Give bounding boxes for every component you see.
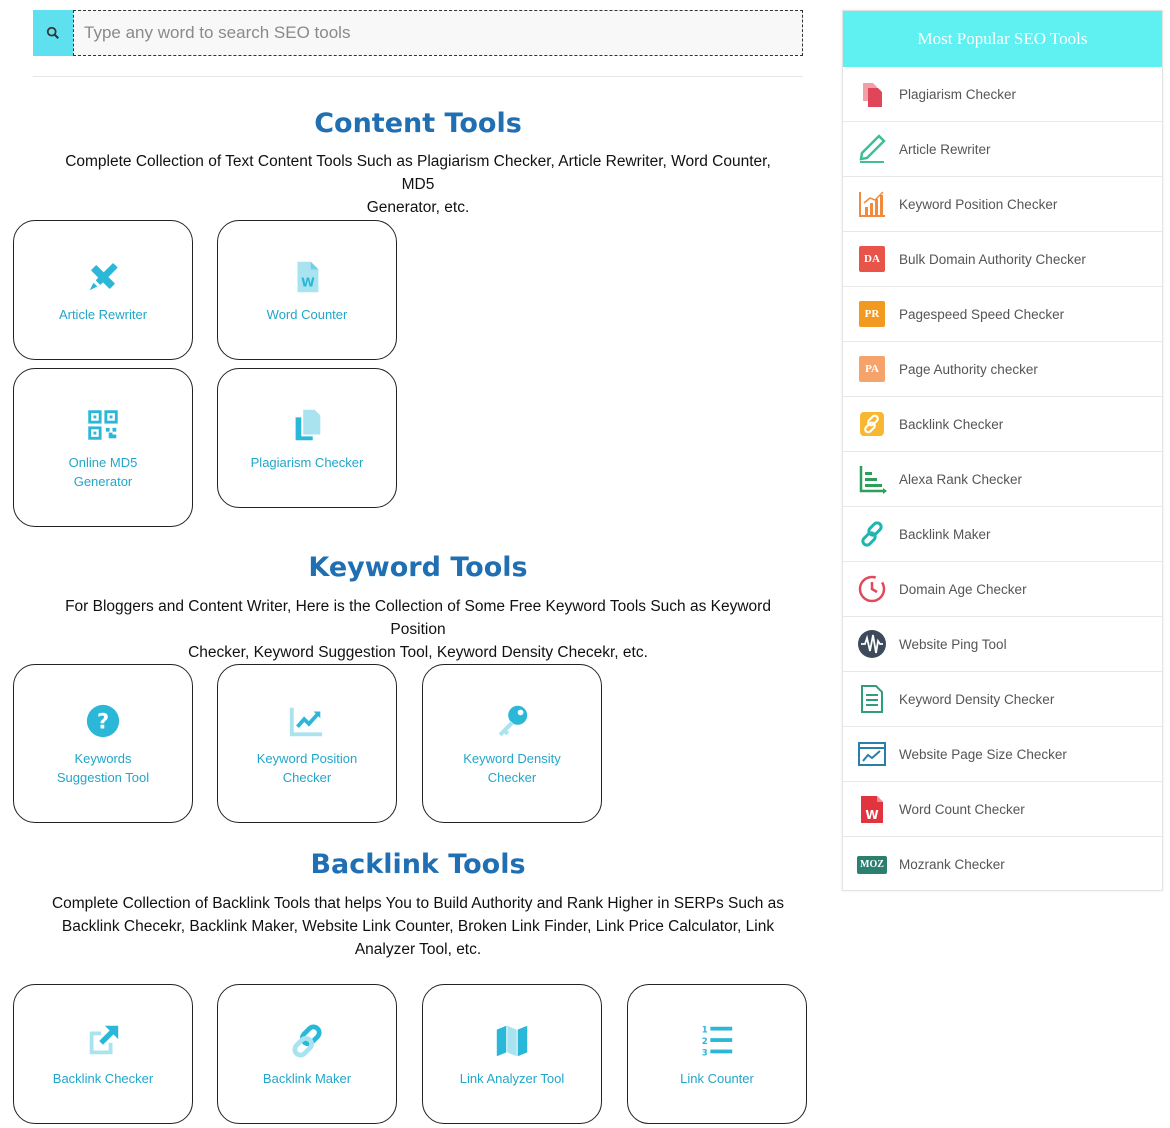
card-label: Keyword Density Checker — [463, 750, 561, 785]
moz-badge-icon: MOZ — [857, 850, 887, 880]
card-keywords-suggestion-tool[interactable]: ? Keywords Suggestion Tool — [13, 664, 193, 823]
card-backlink-maker[interactable]: Backlink Maker — [217, 984, 397, 1124]
sidebar-item-label: Word Count Checker — [899, 801, 1025, 817]
card-link-counter[interactable]: 12 3 Link Counter — [627, 984, 807, 1124]
rank-chart-icon — [857, 464, 887, 494]
card-backlink-checker[interactable]: Backlink Checker — [13, 984, 193, 1124]
sidebar-item-bulk-domain-authority-checker[interactable]: DA Bulk Domain Authority Checker — [843, 232, 1162, 287]
content-tools-title: Content Tools — [314, 108, 522, 139]
chain-link-icon — [287, 1021, 327, 1061]
divider — [33, 76, 803, 77]
card-word-counter[interactable]: W Word Counter — [217, 220, 397, 360]
card-label: Keyword Position Checker — [256, 750, 358, 785]
sidebar-item-mozrank-checker[interactable]: MOZ Mozrank Checker — [843, 837, 1162, 892]
clock-icon — [857, 574, 887, 604]
sidebar-item-label: Domain Age Checker — [899, 581, 1027, 597]
pa-badge-icon: PA — [857, 354, 887, 384]
sidebar-item-plagiarism-checker[interactable]: Plagiarism Checker — [843, 67, 1162, 122]
sidebar-item-label: Website Ping Tool — [899, 636, 1007, 652]
sidebar-item-label: Alexa Rank Checker — [899, 471, 1023, 487]
card-plagiarism-checker[interactable]: Plagiarism Checker — [217, 368, 397, 508]
key-icon — [492, 701, 532, 741]
da-badge-icon: DA — [857, 244, 887, 274]
card-label: Word Counter — [266, 306, 348, 322]
sidebar-item-word-count-checker[interactable]: W Word Count Checker — [843, 782, 1162, 837]
content-tools-desc: Complete Collection of Text Content Tool… — [65, 153, 771, 216]
sidebar-item-label: Pagespeed Speed Checker — [899, 306, 1065, 322]
card-label: Link Analyzer Tool — [459, 1070, 565, 1086]
sidebar-item-label: Bulk Domain Authority Checker — [899, 251, 1086, 267]
svg-text:W: W — [865, 808, 878, 822]
svg-text:2: 2 — [702, 1036, 708, 1046]
backlink-tools-title: Backlink Tools — [310, 849, 526, 880]
pr-badge-icon: PR — [857, 299, 887, 329]
sidebar-item-backlink-checker[interactable]: Backlink Checker — [843, 397, 1162, 452]
backlink-tools-desc: Complete Collection of Backlink Tools th… — [51, 895, 785, 958]
card-label: Link Counter — [680, 1070, 754, 1086]
card-label: Keywords Suggestion Tool — [56, 750, 150, 785]
card-keyword-density-checker[interactable]: Keyword Density Checker — [422, 664, 602, 823]
question-circle-icon: ? — [83, 701, 123, 741]
keyword-tools-title: Keyword Tools — [308, 552, 528, 583]
qr-code-icon — [83, 405, 123, 445]
sidebar-item-article-rewriter[interactable]: Article Rewriter — [843, 122, 1162, 177]
numbered-list-icon: 12 3 — [697, 1021, 737, 1061]
svg-text:1: 1 — [702, 1025, 708, 1035]
sidebar-item-label: Mozrank Checker — [899, 857, 1005, 872]
card-label: Backlink Maker — [262, 1070, 352, 1086]
svg-text:3: 3 — [702, 1048, 708, 1058]
link-icon — [857, 409, 887, 439]
sidebar-item-label: Keyword Density Checker — [899, 691, 1055, 707]
card-label: Online MD5 Generator — [68, 454, 138, 489]
sidebar-item-website-page-size-checker[interactable]: Website Page Size Checker — [843, 727, 1162, 782]
sidebar-item-label: Backlink Maker — [899, 526, 991, 542]
sidebar-item-label: Keyword Position Checker — [899, 196, 1058, 212]
sidebar-item-label: Plagiarism Checker — [899, 86, 1017, 102]
card-label: Article Rewriter — [58, 306, 148, 322]
search-input[interactable] — [73, 10, 803, 56]
sidebar-item-label: Website Page Size Checker — [899, 746, 1067, 762]
word-file-icon: W — [287, 257, 327, 297]
trend-chart-icon — [287, 701, 327, 741]
copy-document-icon — [287, 405, 327, 445]
sidebar-item-label: Article Rewriter — [899, 141, 991, 157]
document-lines-icon — [857, 684, 887, 714]
search-icon — [46, 26, 59, 39]
card-label: Backlink Checker — [52, 1070, 154, 1086]
svg-text:W: W — [301, 275, 315, 289]
sidebar-item-label: Page Authority checker — [899, 361, 1038, 377]
pencil-icon — [857, 134, 887, 164]
search-bar — [33, 10, 803, 56]
popular-tools-sidebar: Most Popular SEO Tools Plagiarism Checke… — [842, 10, 1163, 891]
card-article-rewriter[interactable]: Article Rewriter — [13, 220, 193, 360]
card-label: Plagiarism Checker — [250, 454, 364, 470]
pencil-ruler-icon — [83, 257, 123, 297]
chain-icon — [857, 519, 887, 549]
svg-text:?: ? — [97, 709, 109, 733]
sidebar-item-pagespeed-speed-checker[interactable]: PR Pagespeed Speed Checker — [843, 287, 1162, 342]
sidebar-item-website-ping-tool[interactable]: Website Ping Tool — [843, 617, 1162, 672]
bar-chart-icon — [857, 189, 887, 219]
sidebar-item-alexa-rank-checker[interactable]: Alexa Rank Checker — [843, 452, 1162, 507]
search-button[interactable] — [33, 10, 73, 56]
sidebar-item-domain-age-checker[interactable]: Domain Age Checker — [843, 562, 1162, 617]
sidebar-item-keyword-density-checker[interactable]: Keyword Density Checker — [843, 672, 1162, 727]
map-icon — [492, 1021, 532, 1061]
keyword-tools-desc: For Bloggers and Content Writer, Here is… — [65, 598, 771, 661]
sidebar-item-backlink-maker[interactable]: Backlink Maker — [843, 507, 1162, 562]
card-online-md5-generator[interactable]: Online MD5 Generator — [13, 368, 193, 527]
word-doc-icon: W — [857, 794, 887, 824]
ping-wave-icon — [857, 629, 887, 659]
card-link-analyzer-tool[interactable]: Link Analyzer Tool — [422, 984, 602, 1124]
sidebar-item-label: Backlink Checker — [899, 416, 1004, 432]
browser-chart-icon — [857, 739, 887, 769]
plagiarism-icon — [857, 79, 887, 109]
sidebar-item-page-authority-checker[interactable]: PA Page Authority checker — [843, 342, 1162, 397]
sidebar-item-keyword-position-checker[interactable]: Keyword Position Checker — [843, 177, 1162, 232]
card-keyword-position-checker[interactable]: Keyword Position Checker — [217, 664, 397, 823]
external-link-icon — [83, 1021, 123, 1061]
sidebar-title: Most Popular SEO Tools — [843, 11, 1162, 67]
